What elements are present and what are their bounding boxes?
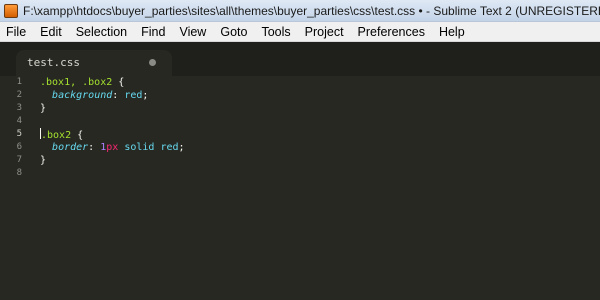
brace: }	[40, 155, 47, 166]
menu-view[interactable]: View	[172, 22, 213, 42]
css-selector: .box1, .box2	[40, 77, 113, 88]
code-line-3[interactable]: }	[40, 102, 600, 115]
css-unit: px	[106, 142, 119, 153]
menu-find[interactable]: Find	[134, 22, 172, 42]
css-property: background	[52, 90, 113, 101]
code-line-6[interactable]: border: 1px solid red;	[40, 141, 600, 154]
line-number: 3	[16, 103, 22, 113]
line-number: 4	[16, 116, 22, 126]
line-number: 2	[16, 90, 22, 100]
css-value: red	[124, 90, 143, 101]
tab-label: test.css	[27, 56, 80, 69]
code-area[interactable]: .box1, .box2 { background: red; } .box2 …	[40, 76, 600, 180]
brace: {	[112, 77, 125, 88]
menu-tools[interactable]: Tools	[254, 22, 297, 42]
colon: :	[88, 142, 101, 153]
unsaved-dot-icon[interactable]	[149, 59, 156, 66]
brace: }	[40, 103, 47, 114]
code-line-5[interactable]: .box2 {	[40, 128, 600, 141]
tab-strip: test.css	[0, 42, 600, 76]
line-number: 6	[16, 142, 22, 152]
line-number-active: 5	[16, 129, 22, 139]
menu-goto[interactable]: Goto	[213, 22, 254, 42]
menu-project[interactable]: Project	[298, 22, 351, 42]
code-line-8[interactable]	[40, 167, 600, 180]
brace: {	[71, 130, 84, 141]
semicolon: ;	[142, 90, 149, 101]
code-line-7[interactable]: }	[40, 154, 600, 167]
line-number: 8	[16, 168, 22, 178]
colon: :	[112, 90, 125, 101]
sublime-text-icon[interactable]	[4, 3, 18, 18]
line-number: 1	[16, 77, 22, 87]
tab-test-css[interactable]: test.css	[16, 50, 172, 76]
semicolon: ;	[178, 142, 185, 153]
menu-file[interactable]: File	[0, 22, 33, 42]
menu-selection[interactable]: Selection	[69, 22, 134, 42]
css-value: solid red	[118, 142, 179, 153]
line-number: 7	[16, 155, 22, 165]
window-title: F:\xampp\htdocs\buyer_parties\sites\all\…	[23, 3, 600, 18]
code-line-1[interactable]: .box1, .box2 {	[40, 76, 600, 89]
menu-preferences[interactable]: Preferences	[351, 22, 432, 42]
css-selector: .box2	[41, 130, 72, 141]
menu-bar: File Edit Selection Find View Goto Tools…	[0, 22, 600, 42]
css-property: border	[52, 142, 89, 153]
menu-edit[interactable]: Edit	[33, 22, 69, 42]
code-editor[interactable]: 1 2 3 4 5 6 7 8 .box1, .box2 { backgroun…	[0, 76, 600, 300]
code-line-4[interactable]	[40, 115, 600, 128]
title-bar: F:\xampp\htdocs\buyer_parties\sites\all\…	[0, 0, 600, 22]
menu-help[interactable]: Help	[432, 22, 472, 42]
line-number-gutter: 1 2 3 4 5 6 7 8	[0, 76, 30, 300]
code-line-2[interactable]: background: red;	[40, 89, 600, 102]
